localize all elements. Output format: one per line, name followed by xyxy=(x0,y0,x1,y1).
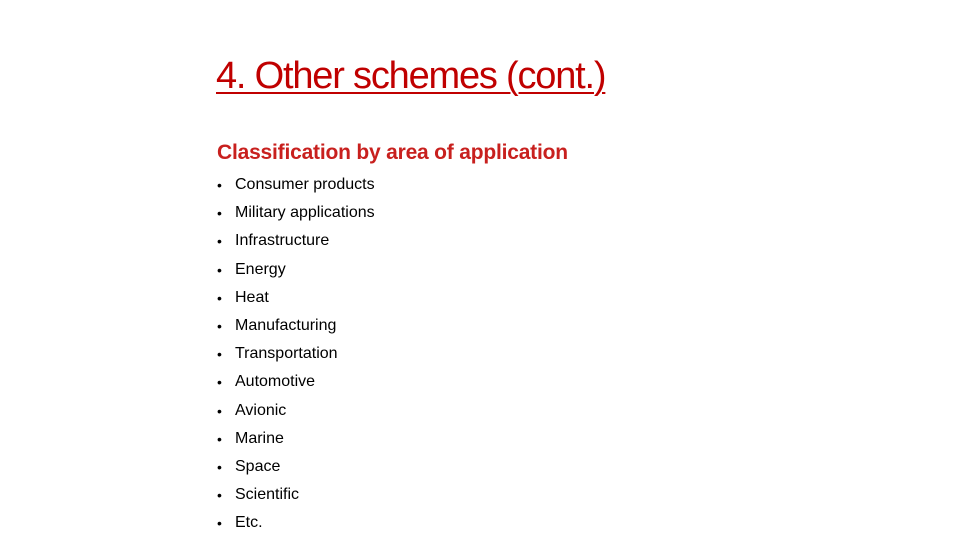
bullet-icon: • xyxy=(217,430,222,447)
bullet-icon: • xyxy=(217,177,222,194)
list-item-label: Manufacturing xyxy=(235,317,337,335)
list-item: • Infrastructure xyxy=(217,227,375,255)
slide: 4. Other schemes (cont.) Classification … xyxy=(0,0,960,540)
application-area-list: • Consumer products • Military applicati… xyxy=(217,171,375,537)
bullet-icon: • xyxy=(217,289,222,306)
list-item: • Energy xyxy=(217,256,375,284)
list-item: • Scientific xyxy=(217,481,375,509)
bullet-icon: • xyxy=(217,458,222,475)
list-item: • Manufacturing xyxy=(217,312,375,340)
bullet-icon: • xyxy=(217,374,222,391)
bullet-icon: • xyxy=(217,205,222,222)
list-item-label: Transportation xyxy=(235,345,338,363)
list-item-label: Infrastructure xyxy=(235,232,330,250)
list-item-label: Heat xyxy=(235,288,269,306)
list-item-label: Scientific xyxy=(235,486,300,504)
slide-title: 4. Other schemes (cont.) xyxy=(216,55,607,97)
list-item: • Transportation xyxy=(217,340,375,368)
list-item-label: Space xyxy=(235,457,281,475)
list-item-label: Marine xyxy=(235,429,284,447)
list-item: • Heat xyxy=(217,284,375,312)
bullet-icon: • xyxy=(217,515,222,532)
bullet-icon: • xyxy=(217,346,222,363)
bullet-icon: • xyxy=(217,233,222,250)
list-item: • Military applications xyxy=(217,199,375,227)
bullet-icon: • xyxy=(217,261,222,278)
slide-subtitle: Classification by area of application xyxy=(217,141,568,164)
list-item-label: Energy xyxy=(235,260,286,278)
list-item: • Marine xyxy=(217,425,375,453)
list-item-label: Automotive xyxy=(235,373,316,391)
list-item-label: Military applications xyxy=(235,204,375,222)
bullet-icon: • xyxy=(217,402,222,419)
list-item: • Space xyxy=(217,453,375,481)
bullet-icon: • xyxy=(217,487,222,504)
list-item-label: Consumer products xyxy=(235,176,375,194)
list-item-label: Etc. xyxy=(235,514,263,532)
list-item: • Automotive xyxy=(217,368,375,396)
list-item-label: Avionic xyxy=(235,401,287,419)
list-item: • Consumer products xyxy=(217,171,375,199)
list-item: • Etc. xyxy=(217,509,375,537)
bullet-icon: • xyxy=(217,318,222,335)
list-item: • Avionic xyxy=(217,397,375,425)
